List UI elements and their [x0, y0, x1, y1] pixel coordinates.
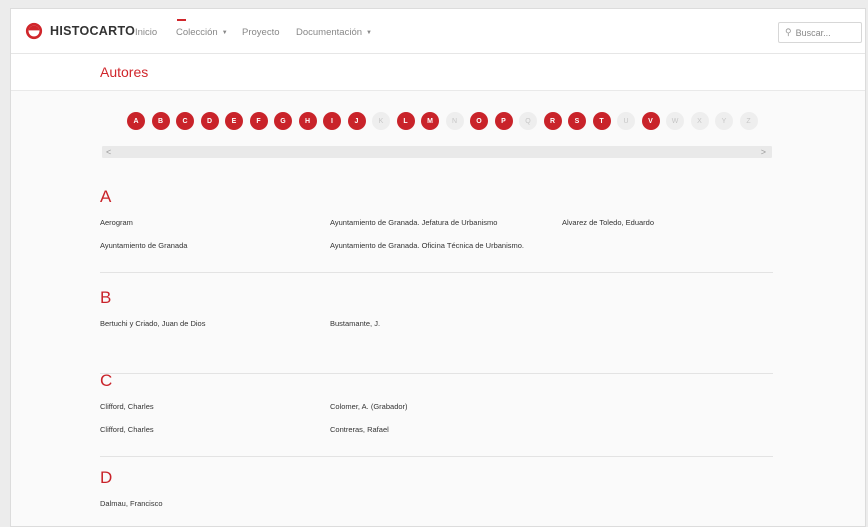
author-link[interactable]: Clifford, Charles: [100, 425, 154, 434]
nav-documentacion[interactable]: Documentación ▼: [296, 27, 372, 38]
horizontal-scrollbar[interactable]: < >: [102, 146, 772, 158]
chevron-down-icon: ▼: [221, 30, 228, 36]
search-placeholder: Buscar...: [795, 27, 831, 38]
letter-k-button: K: [372, 112, 390, 130]
search-input[interactable]: ⚲ Buscar...: [778, 22, 862, 43]
letter-o-button[interactable]: O: [470, 112, 488, 130]
letter-x-button: X: [690, 112, 709, 130]
top-navbar: HISTOCARTO Inicio Colección ▼ Proyecto Do…: [11, 9, 865, 54]
authors-content: ABCDEFGHIJKLMNOPQRSTUVWXYZ < > A Aerogram…: [11, 91, 865, 526]
nav-proyecto[interactable]: Proyecto: [242, 27, 280, 38]
author-link[interactable]: Ayuntamiento de Granada. Oficina Técnica…: [330, 241, 524, 250]
nav-inicio[interactable]: Inicio: [135, 27, 157, 38]
author-link[interactable]: Contreras, Rafael: [330, 425, 389, 434]
letter-s-button[interactable]: S: [568, 112, 586, 130]
author-link[interactable]: Alvarez de Toledo, Eduardo: [562, 218, 654, 227]
letter-c-button[interactable]: C: [176, 112, 194, 130]
browser-page: HISTOCARTO Inicio Colección ▼ Proyecto Do…: [10, 8, 866, 527]
section-divider: [100, 272, 773, 273]
author-link[interactable]: Ayuntamiento de Granada. Jefatura de Urb…: [330, 218, 497, 227]
nav-label: Colección: [176, 27, 218, 38]
logo[interactable]: HISTOCARTO: [25, 22, 135, 40]
chevron-down-icon: ▼: [366, 30, 372, 36]
letter-u-button: U: [617, 112, 635, 130]
letter-h-button[interactable]: H: [298, 112, 317, 130]
letter-b-button[interactable]: B: [151, 112, 170, 130]
letter-z-button: Z: [739, 112, 758, 130]
letter-d-button[interactable]: D: [200, 112, 219, 130]
section-heading-c: C: [100, 371, 113, 390]
nav-label: Documentación: [296, 27, 363, 38]
title-bar: Autores: [11, 54, 865, 91]
brand-name: HISTOCARTO: [50, 24, 136, 38]
nav-coleccion[interactable]: Colección ▼: [176, 19, 228, 38]
letter-n-button: N: [445, 112, 464, 130]
letter-a-button[interactable]: A: [127, 112, 145, 130]
scroll-right-icon[interactable]: >: [761, 146, 766, 158]
letter-j-button[interactable]: J: [347, 112, 366, 130]
section-divider: [100, 373, 773, 374]
author-link[interactable]: Clifford, Charles: [100, 402, 154, 411]
author-link[interactable]: Aerogram: [100, 218, 133, 227]
author-link[interactable]: Ayuntamiento de Granada: [100, 241, 187, 250]
nav-label: Inicio: [135, 27, 158, 38]
letter-r-button[interactable]: R: [543, 112, 562, 130]
letter-f-button[interactable]: F: [249, 112, 268, 130]
scroll-left-icon[interactable]: <: [106, 146, 111, 158]
author-link[interactable]: Bertuchi y Criado, Juan de Dios: [100, 319, 205, 328]
nav-label: Proyecto: [242, 27, 280, 38]
letter-p-button[interactable]: P: [494, 112, 513, 130]
section-heading-b: B: [100, 288, 112, 307]
search-icon: ⚲: [785, 27, 792, 37]
letter-m-button[interactable]: M: [421, 112, 439, 130]
letter-q-button: Q: [519, 112, 537, 130]
section-heading-d: D: [100, 468, 113, 487]
letter-e-button[interactable]: E: [225, 112, 243, 130]
letter-i-button[interactable]: I: [323, 112, 341, 130]
section-divider: [100, 456, 773, 457]
letter-w-button: W: [666, 112, 684, 130]
letter-y-button: Y: [715, 112, 733, 130]
histocarto-logo-icon: [25, 22, 43, 40]
letter-v-button[interactable]: V: [641, 112, 660, 130]
letter-t-button[interactable]: T: [592, 112, 611, 130]
section-heading-a: A: [100, 187, 112, 206]
letter-g-button[interactable]: G: [274, 112, 292, 130]
page-title: Autores: [100, 64, 149, 80]
author-link[interactable]: Bustamante, J.: [330, 319, 380, 328]
letter-l-button[interactable]: L: [396, 112, 415, 130]
author-link[interactable]: Colomer, A. (Grabador): [330, 402, 408, 411]
author-link[interactable]: Dalmau, Francisco: [100, 499, 163, 508]
